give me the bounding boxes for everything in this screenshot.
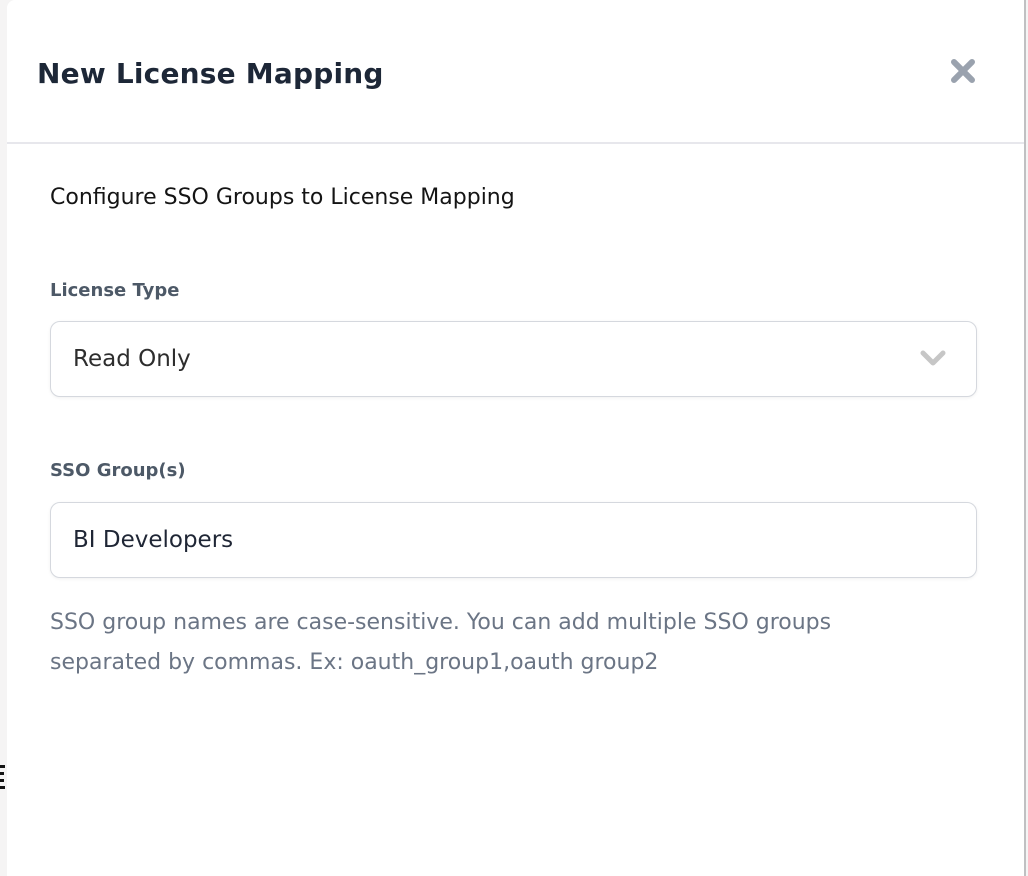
- new-license-mapping-dialog: New License Mapping Configure SSO Groups…: [7, 0, 1026, 876]
- dialog-subtitle: Configure SSO Groups to License Mapping: [50, 184, 974, 212]
- background-text-dash: [0, 779, 4, 782]
- background-page-fragment: [0, 765, 6, 793]
- dialog-body: Configure SSO Groups to License Mapping …: [7, 144, 1024, 683]
- background-text-dash: [0, 786, 5, 789]
- license-type-selected-value: Read Only: [73, 346, 191, 372]
- close-button[interactable]: [946, 54, 980, 88]
- license-type-select[interactable]: Read Only: [50, 321, 977, 397]
- sso-groups-helper-text: SSO group names are case-sensitive. You …: [50, 603, 895, 683]
- background-text-dash: [0, 772, 4, 775]
- dialog-header: New License Mapping: [7, 0, 1024, 144]
- sso-groups-input[interactable]: [50, 502, 977, 578]
- chevron-down-icon: [920, 350, 946, 368]
- dialog-title: New License Mapping: [37, 53, 384, 90]
- background-text-dash: [0, 765, 5, 768]
- sso-groups-label: SSO Group(s): [50, 460, 974, 481]
- license-type-label: License Type: [50, 280, 974, 301]
- x-icon: [950, 58, 976, 84]
